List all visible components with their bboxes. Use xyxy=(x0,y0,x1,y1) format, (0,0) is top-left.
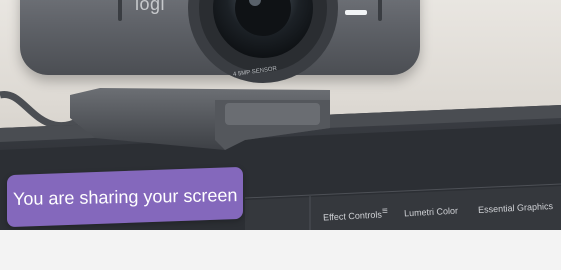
screen-sharing-banner: You are sharing your screen xyxy=(7,166,243,228)
status-light xyxy=(345,10,367,15)
screen-sharing-text: You are sharing your screen xyxy=(12,184,238,209)
page-footer-area xyxy=(0,230,561,270)
hamburger-menu-icon: ≡ xyxy=(381,205,389,218)
hero-image: logi 4 5MP SENSOR You are sharing your s… xyxy=(0,0,561,230)
